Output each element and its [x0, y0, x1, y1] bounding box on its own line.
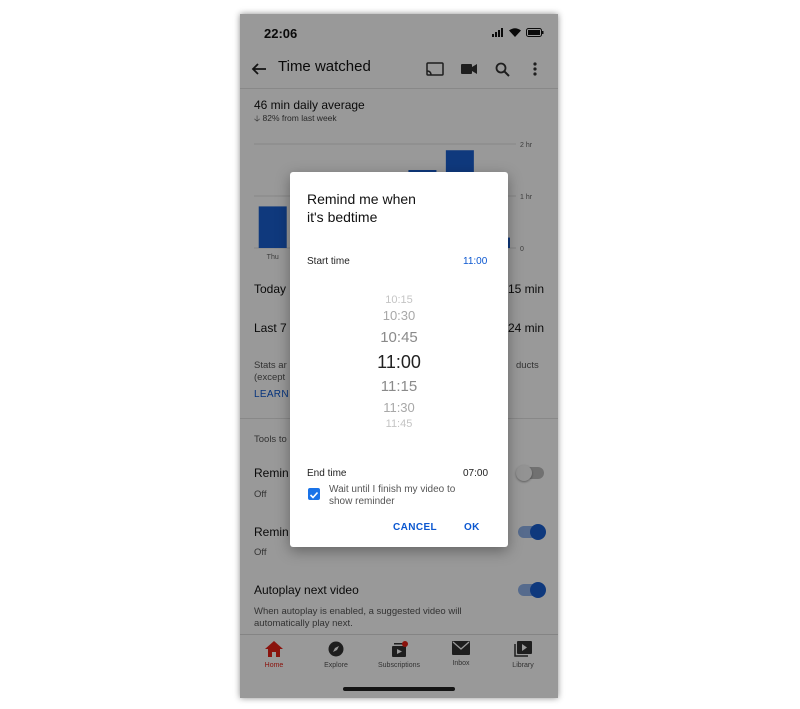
end-time-value[interactable]: 07:00 [463, 468, 488, 479]
picker-option[interactable]: 10:30 [290, 308, 508, 323]
start-time-label: Start time [307, 256, 350, 267]
ok-button[interactable]: OK [464, 522, 480, 533]
dialog-title: Remind me when it's bedtime [307, 190, 497, 226]
picker-option[interactable]: 11:45 [290, 418, 508, 427]
time-picker-wheel[interactable]: 10:15 10:30 10:45 11:00 11:15 11:30 11:4… [290, 292, 508, 428]
dialog-title-line-2: it's bedtime [307, 209, 378, 225]
picker-option[interactable]: 11:15 [290, 378, 508, 395]
cancel-button[interactable]: CANCEL [393, 522, 437, 533]
phone-screen: 22:06 Time watched 46 min daily average … [240, 14, 558, 698]
checkmark-icon [309, 491, 319, 499]
end-time-label: End time [307, 468, 347, 479]
wait-until-finish-checkbox[interactable] [308, 488, 320, 500]
picker-option-selected[interactable]: 11:00 [290, 352, 508, 373]
dialog-title-line-1: Remind me when [307, 191, 416, 207]
picker-option[interactable]: 10:45 [290, 329, 508, 346]
bedtime-reminder-dialog: Remind me when it's bedtime Start time 1… [290, 172, 508, 547]
picker-option[interactable]: 11:30 [290, 400, 508, 415]
checkbox-label-line-2: show reminder [329, 496, 395, 507]
picker-option[interactable]: 10:15 [290, 294, 508, 303]
checkbox-label-line-1: Wait until I finish my video to [329, 484, 456, 495]
checkbox-label: Wait until I finish my video to show rem… [329, 484, 455, 508]
start-time-value[interactable]: 11:00 [463, 256, 487, 267]
